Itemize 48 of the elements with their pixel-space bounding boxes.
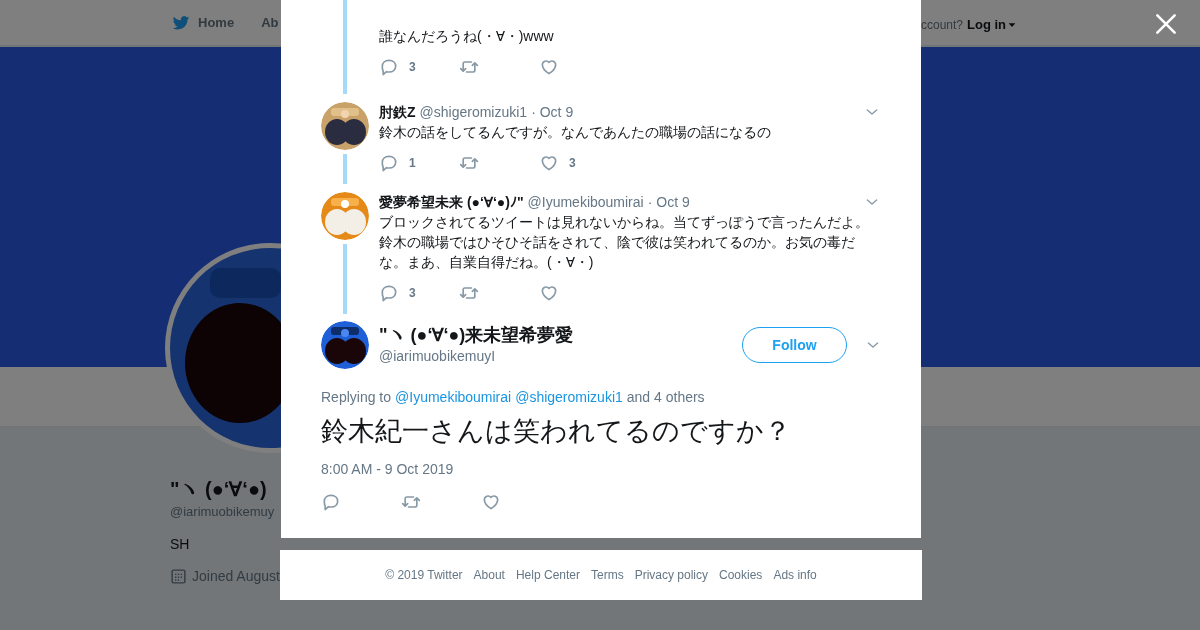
footer-link[interactable]: Help Center (515, 566, 580, 584)
tweet-date[interactable]: · Oct 9 (647, 192, 690, 212)
mention-link[interactable]: @shigeromizuki1 (515, 387, 623, 407)
footer-link[interactable]: Terms (591, 566, 624, 584)
like-icon[interactable] (481, 492, 501, 512)
footer-link[interactable]: About (473, 566, 505, 584)
mention-link[interactable]: @Iyumekiboumirai (395, 387, 512, 407)
reply-icon[interactable] (379, 57, 399, 77)
reply-icon[interactable] (379, 153, 399, 173)
reply-icon[interactable] (321, 492, 341, 512)
login-link[interactable]: Log in (967, 15, 1017, 35)
tweet-text: 鈴木紀一さんは笑われてるのですか？ (321, 415, 792, 448)
display-name[interactable]: 愛夢希望未来 (●‘∀‘●)ﾉ" (379, 192, 524, 212)
tweet-timestamp: 8:00 AM - 9 Oct 2019 (321, 460, 455, 479)
bird-icon (171, 13, 191, 32)
tweet-text: 鈴木の話をしてるんですが。なんであんたの職場の話になるの (379, 123, 772, 142)
like-icon[interactable] (539, 283, 559, 303)
close-icon[interactable] (1153, 11, 1179, 37)
footer-link[interactable]: Privacy policy (634, 566, 708, 584)
footer-link[interactable]: Cookies (719, 566, 763, 584)
replying-label: Replying to (321, 388, 392, 407)
profile-handle: @iarimuobikemuy (170, 503, 275, 521)
profile-bio: SH (170, 535, 190, 554)
display-name[interactable]: "ヽ (●‘∀‘●)来未望希夢愛 (379, 324, 742, 346)
tweet-text: 誰なんだろうね(・∀・)www (379, 27, 555, 46)
join-date: Joined August (192, 567, 280, 586)
tweet-date[interactable]: · Oct 9 (531, 102, 574, 122)
nav-link[interactable]: Home (171, 12, 235, 33)
like-count: 3 (569, 155, 576, 172)
copyright-text: © 2019 Twitter (385, 567, 463, 584)
username[interactable]: @iarimuobikemuyI (379, 346, 742, 366)
profile-name: "ヽ (●‘∀‘●) (170, 477, 267, 502)
others-label[interactable]: and 4 others (626, 387, 705, 407)
reply-icon[interactable] (379, 283, 399, 303)
reply-count: 3 (409, 59, 416, 76)
username[interactable]: @Iyumekiboumirai (527, 192, 644, 212)
like-icon[interactable] (539, 153, 559, 173)
reply-count: 1 (409, 155, 416, 172)
reply-count: 3 (409, 285, 416, 302)
login-prompt: ccount? (921, 16, 964, 34)
calendar-icon (170, 568, 187, 585)
display-name[interactable]: 肘鉄Z (379, 102, 416, 122)
tweet-text: ブロックされてるツイートは見れないからね。当てずっぽうで言ったんだよ。鈴木の職場ではひそひそ話をされて、陰で彼は笑われてるのか。お気の毒だな。まあ、自業自得だね。(・∀・) (379, 213, 870, 272)
nav-link[interactable]: Ab (261, 12, 279, 33)
caret-icon (1008, 20, 1017, 29)
like-icon[interactable] (539, 57, 559, 77)
footer-link[interactable]: Ads info (773, 566, 817, 584)
username[interactable]: @shigeromizuki1 (419, 102, 528, 122)
